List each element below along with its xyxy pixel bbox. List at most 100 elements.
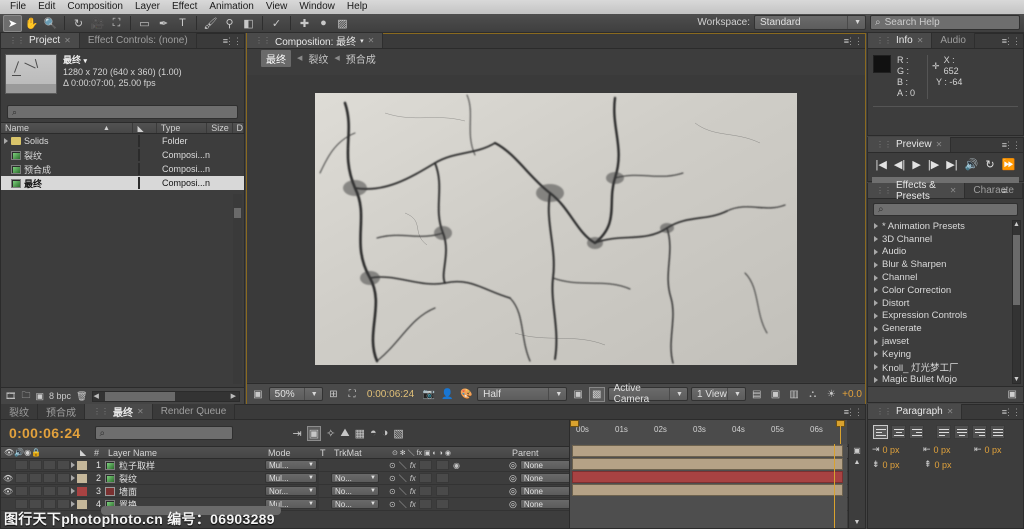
snapshot-icon[interactable]: 📷	[421, 387, 437, 402]
tab-render-queue[interactable]: Render Queue	[152, 404, 236, 419]
tab-info[interactable]: ⋮⋮ Info ✕	[868, 33, 933, 48]
camera-select[interactable]: Active Camera ▼	[607, 383, 688, 405]
close-icon[interactable]: ✕	[368, 36, 375, 45]
video-toggle-icon[interactable]: 👁	[1, 486, 15, 497]
loop-icon[interactable]: ↻	[985, 158, 994, 171]
layer-label-swatch[interactable]	[77, 486, 87, 496]
interpret-footage-icon[interactable]: 🎞	[5, 391, 16, 402]
close-icon[interactable]: ✕	[936, 140, 943, 149]
zoom-tool-icon[interactable]: 🔍	[41, 15, 60, 32]
panel-options-icon[interactable]: ⋮⋮	[846, 36, 863, 47]
disclosure-triangle-icon[interactable]	[71, 488, 75, 494]
timeline-current-time[interactable]: 0:00:06:24	[1, 425, 81, 441]
comp-flowchart-icon[interactable]: ⛬	[805, 387, 821, 402]
layer-switches[interactable]: ⊙ ＼ fx ◉	[389, 460, 509, 471]
pick-whip-icon[interactable]: ◎	[509, 473, 517, 484]
effects-item-3d-channel[interactable]: 3D Channel	[871, 233, 1011, 246]
blend-mode-select[interactable]: Nor... ▼	[265, 486, 317, 496]
menu-edit[interactable]: Edit	[32, 0, 61, 14]
magnification-select[interactable]: 50% ▼	[268, 387, 323, 401]
panel-options-icon[interactable]: ⋮⋮	[846, 407, 863, 418]
menu-layer[interactable]: Layer	[129, 0, 166, 14]
live-update-icon[interactable]: ⇥	[293, 427, 302, 440]
toggle-transparency-grid-icon[interactable]: ▣	[250, 387, 266, 402]
eraser-tool-icon[interactable]: ◧	[239, 15, 258, 32]
breadcrumb-item-0[interactable]: 最终	[261, 49, 291, 67]
blend-mode-select[interactable]: Mul... ▼	[265, 473, 317, 483]
motion-blur-icon[interactable]: ✧	[326, 427, 335, 440]
brainstorm-icon[interactable]: ▦	[355, 427, 365, 440]
effects-item-keying[interactable]: Keying	[871, 348, 1011, 361]
justify-last-center-icon[interactable]	[954, 425, 969, 439]
composition-viewer[interactable]	[247, 75, 865, 382]
layer-bar-4[interactable]	[572, 484, 843, 496]
timeline-icon[interactable]: ▥	[786, 387, 802, 402]
effects-search-input[interactable]: ⌕	[873, 203, 1018, 216]
tab-project[interactable]: ⋮⋮ Project ✕	[1, 33, 80, 48]
align-center-icon[interactable]	[891, 425, 906, 439]
track-matte-select[interactable]: No... ▼	[331, 486, 379, 496]
comp-flowchart-icon[interactable]: ▣	[849, 446, 865, 455]
project-vertical-scrollbar[interactable]	[233, 194, 242, 384]
menu-animation[interactable]: Animation	[203, 0, 259, 14]
close-icon[interactable]: ✕	[64, 36, 71, 45]
color-depth-label[interactable]: 8 bpc	[49, 391, 71, 401]
column-label-swatch[interactable]: ◣	[133, 123, 157, 133]
tab-zuizhong[interactable]: ⋮⋮ 最终 ✕	[85, 404, 153, 419]
track-matte-select[interactable]: No... ▼	[331, 473, 379, 483]
project-horizontal-scrollbar[interactable]: ◀ ▶	[92, 390, 240, 402]
puppet-starch-tool-icon[interactable]: ▨	[333, 15, 352, 32]
breadcrumb-item-2[interactable]: 预合成	[346, 51, 376, 66]
label-swatch[interactable]	[138, 149, 140, 161]
current-time-display[interactable]: 0:00:06:24	[362, 388, 419, 400]
first-frame-icon[interactable]: |◀	[876, 158, 887, 171]
align-right-icon[interactable]	[909, 425, 924, 439]
resolution-select[interactable]: Half ▼	[477, 387, 568, 401]
pen-tool-icon[interactable]: ✒	[154, 15, 173, 32]
effects-item-jawset[interactable]: jawset	[871, 335, 1011, 348]
camera-tool-icon[interactable]: 🎥	[88, 15, 107, 32]
puppet-overlap-tool-icon[interactable]: ●	[314, 15, 333, 32]
label-swatch[interactable]	[138, 163, 140, 175]
ram-preview-icon[interactable]: ⏩	[1002, 158, 1016, 171]
column-duration[interactable]: D	[233, 123, 244, 133]
blend-mode-select[interactable]: Mul... ▼	[265, 460, 317, 470]
pick-whip-icon[interactable]: ◎	[509, 460, 517, 471]
disclosure-triangle-icon[interactable]	[4, 138, 8, 144]
draft-3d-icon[interactable]: ▣	[306, 425, 322, 441]
space-before-field[interactable]: ⇟ 0 px	[872, 459, 918, 470]
delete-icon[interactable]: 🗑	[76, 391, 87, 402]
menu-help[interactable]: Help	[341, 0, 374, 14]
layer-name-cell[interactable]: 粒子取样	[105, 459, 265, 472]
hand-tool-icon[interactable]: ✋	[22, 15, 41, 32]
breadcrumb-item-1[interactable]: 裂纹	[308, 51, 328, 66]
layer-name-cell[interactable]: 墙面	[105, 485, 265, 498]
close-icon[interactable]: ✕	[137, 407, 144, 416]
roto-brush-tool-icon[interactable]: ✓	[267, 15, 286, 32]
column-size[interactable]: Size	[207, 123, 233, 133]
tab-effect-controls[interactable]: Effect Controls: (none)	[79, 33, 197, 48]
label-swatch[interactable]	[138, 135, 140, 147]
effects-item-blur-sharpen[interactable]: Blur & Sharpen	[871, 258, 1011, 271]
layer-bar-3[interactable]	[572, 471, 843, 483]
exposure-icon[interactable]: ☀	[824, 387, 840, 402]
show-snapshot-icon[interactable]: 👤	[440, 387, 456, 402]
panel-options-icon[interactable]: ⋮⋮	[225, 36, 242, 47]
graph-editor-icon[interactable]: ⛰	[340, 427, 349, 440]
timeline-search-input[interactable]: ⌕	[94, 426, 233, 440]
video-toggle-icon[interactable]	[1, 460, 15, 471]
view-layout-select[interactable]: 1 View ▼	[690, 387, 746, 401]
close-icon[interactable]: ✕	[917, 36, 924, 45]
effects-item-knoll[interactable]: Knoll_ 灯光梦工厂	[871, 361, 1011, 374]
justify-all-icon[interactable]	[990, 425, 1005, 439]
tab-paragraph[interactable]: ⋮⋮ Paragraph ✕	[868, 404, 963, 419]
hide-shy-layers-icon[interactable]: ◑	[382, 427, 389, 439]
project-row-yuhecheng[interactable]: 预合成 Composi...n	[1, 162, 244, 176]
effects-item-magic-bullet-mojo[interactable]: Magic Bullet Mojo	[871, 374, 1011, 384]
space-after-field[interactable]: ⇞ 0 px	[924, 459, 970, 470]
effects-item-generate[interactable]: Generate	[871, 322, 1011, 335]
project-search-input[interactable]: ⌕	[7, 105, 238, 119]
next-frame-icon[interactable]: |▶	[928, 158, 939, 171]
tab-preview[interactable]: ⋮⋮ Preview ✕	[868, 137, 952, 152]
layer-switches[interactable]: ⊙ ＼ fx	[389, 486, 509, 497]
